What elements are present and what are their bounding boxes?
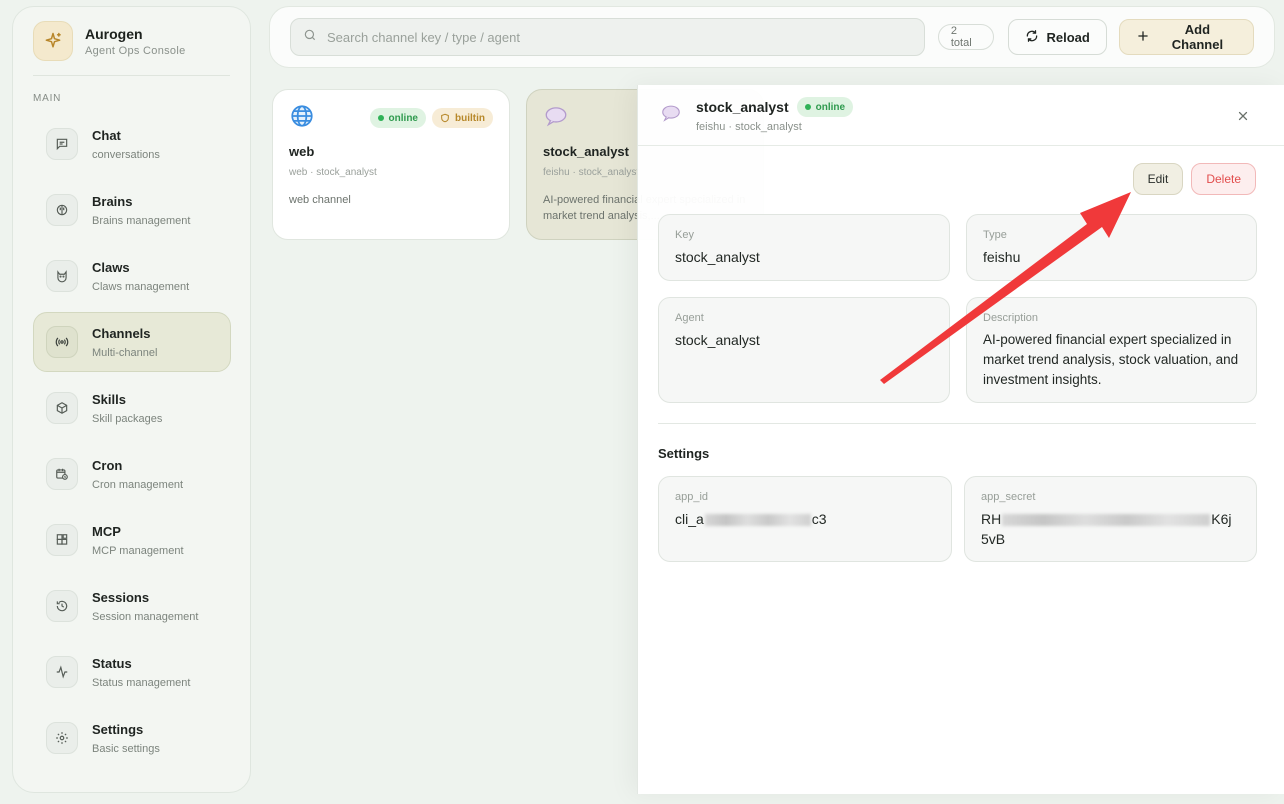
sidebar-item-sessions[interactable]: Sessions Session management <box>33 576 231 636</box>
cat-icon <box>46 260 78 292</box>
nav-sub: Brains management <box>92 214 191 227</box>
nav-label: Sessions <box>92 589 150 605</box>
broadcast-icon <box>46 326 78 358</box>
nav-sub: Claws management <box>92 280 190 293</box>
refresh-icon <box>1025 29 1039 46</box>
search-input[interactable] <box>327 29 912 45</box>
sidebar-item-claws[interactable]: Claws Claws management <box>33 246 231 306</box>
package-icon <box>46 392 78 424</box>
app-secret-field: app_secret RH K6j 5vB <box>964 476 1257 562</box>
nav-label: Status <box>92 655 132 671</box>
sidebar-item-settings[interactable]: Settings Basic settings <box>33 708 231 768</box>
sidebar-item-skills[interactable]: Skills Skill packages <box>33 378 231 438</box>
card-meta: web · stock_analyst <box>289 167 377 178</box>
speech-bubble-icon <box>660 102 682 129</box>
sidebar-item-cron[interactable]: Cron Cron management <box>33 444 231 504</box>
brand: Aurogen Agent Ops Console <box>33 21 230 76</box>
delete-button[interactable]: Delete <box>1191 163 1256 195</box>
search-box[interactable] <box>290 18 925 56</box>
key-field: Key stock_analyst <box>658 214 950 281</box>
panel-actions: Edit Delete <box>1132 163 1256 195</box>
gear-icon <box>46 722 78 754</box>
type-field: Type feishu <box>966 214 1257 281</box>
agent-field: Agent stock_analyst <box>658 297 950 403</box>
panel-header: stock_analyst online feishu · stock_anal… <box>638 85 1284 146</box>
plus-icon <box>1136 29 1150 46</box>
reload-label: Reload <box>1046 29 1090 45</box>
card-title: web <box>289 144 315 159</box>
add-channel-label: Add Channel <box>1171 22 1224 52</box>
status-badge: online <box>796 97 854 117</box>
nav-label: Settings <box>92 721 144 737</box>
add-channel-button[interactable]: Add Channel <box>1118 19 1254 55</box>
sidebar-item-channels[interactable]: Channels Multi-channel <box>33 312 231 372</box>
sidebar: Aurogen Agent Ops Console MAIN Chat conv… <box>12 6 251 793</box>
brand-title: Aurogen <box>85 25 143 42</box>
card-description: web channel <box>289 194 351 206</box>
chat-icon <box>46 128 78 160</box>
status-badge: online <box>369 108 426 128</box>
nav-label: MCP <box>92 523 121 539</box>
nav-sub: Basic settings <box>92 742 160 755</box>
close-icon[interactable] <box>1234 107 1252 125</box>
sidebar-item-mcp[interactable]: MCP MCP management <box>33 510 231 570</box>
calendar-clock-icon <box>46 458 78 490</box>
settings-title: Settings <box>658 446 710 461</box>
edit-button[interactable]: Edit <box>1132 163 1184 195</box>
builtin-badge: builtin <box>432 108 493 128</box>
toolbar: 2 total Reload Add Channel <box>269 6 1275 68</box>
description-field: Description AI-powered financial expert … <box>966 297 1257 403</box>
brain-icon <box>46 194 78 226</box>
channel-detail-panel: stock_analyst online feishu · stock_anal… <box>637 85 1284 794</box>
nav-section-label: MAIN <box>33 93 62 104</box>
nav-label: Brains <box>92 193 133 209</box>
globe-icon <box>289 103 315 134</box>
brand-subtitle: Agent Ops Console <box>85 44 186 57</box>
channel-card-web[interactable]: online builtin web web · stock_analyst w… <box>272 89 510 240</box>
nav-sub: Session management <box>92 610 199 623</box>
total-count-badge: 2 total <box>937 24 994 50</box>
nav-sub: Multi-channel <box>92 346 158 359</box>
nav-sub: Skill packages <box>92 412 163 425</box>
blocks-icon <box>46 524 78 556</box>
redacted-blur <box>704 514 811 527</box>
nav-label: Chat <box>92 127 121 143</box>
panel-title: stock_analyst <box>696 99 789 115</box>
nav-label: Skills <box>92 391 126 407</box>
reload-button[interactable]: Reload <box>1007 19 1107 55</box>
divider <box>658 423 1256 424</box>
sidebar-item-status[interactable]: Status Status management <box>33 642 231 702</box>
sidebar-item-brains[interactable]: Brains Brains management <box>33 180 231 240</box>
nav-sub: Status management <box>92 676 191 689</box>
nav-label: Claws <box>92 259 130 275</box>
activity-icon <box>46 656 78 688</box>
app-id-field: app_id cli_a c3 <box>658 476 952 562</box>
redacted-blur <box>1002 514 1211 527</box>
history-icon <box>46 590 78 622</box>
sidebar-item-chat[interactable]: Chat conversations <box>33 114 231 174</box>
search-icon <box>303 28 317 47</box>
speech-bubble-icon <box>543 103 569 134</box>
nav-sub: conversations <box>92 148 160 161</box>
nav-sub: MCP management <box>92 544 184 557</box>
nav-sub: Cron management <box>92 478 184 491</box>
panel-subtitle: feishu · stock_analyst <box>696 121 802 133</box>
nav-label: Channels <box>92 325 151 341</box>
sparkle-logo-icon <box>33 21 73 61</box>
nav-label: Cron <box>92 457 123 473</box>
